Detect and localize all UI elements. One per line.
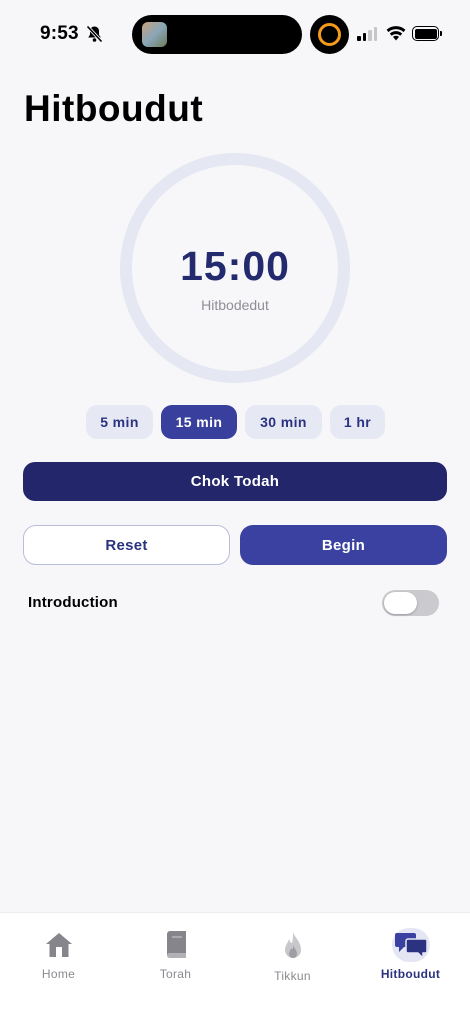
book-icon xyxy=(166,931,186,959)
tab-home[interactable]: Home xyxy=(0,913,117,1003)
battery-icon xyxy=(412,26,442,41)
tab-tikkun-label: Tikkun xyxy=(274,969,311,983)
reset-button[interactable]: Reset xyxy=(23,525,230,565)
preset-15-min-button[interactable]: 15 min xyxy=(161,405,237,439)
flame-icon xyxy=(284,932,301,958)
timer-label: Hitbodedut xyxy=(201,297,269,313)
timer-live-activity-icon[interactable] xyxy=(310,15,349,54)
toggle-knob xyxy=(384,592,417,614)
tab-torah[interactable]: Torah xyxy=(117,913,234,1003)
tab-home-label: Home xyxy=(41,967,76,981)
dynamic-island[interactable] xyxy=(132,15,302,54)
begin-button[interactable]: Begin xyxy=(240,525,447,565)
wifi-icon xyxy=(386,26,406,41)
timer-display: 15:00 xyxy=(180,243,290,289)
chok-todah-button[interactable]: Chok Todah xyxy=(23,462,447,501)
tab-bar: Home Torah Tikkun Hitboudut xyxy=(0,912,470,1024)
preset-1-hr-button[interactable]: 1 hr xyxy=(330,405,385,439)
chat-bubbles-icon xyxy=(394,933,428,959)
active-tab-indicator xyxy=(391,928,430,962)
home-icon xyxy=(45,933,72,957)
preset-30-min-button[interactable]: 30 min xyxy=(245,405,322,439)
introduction-label: Introduction xyxy=(28,594,118,611)
bell-slash-icon xyxy=(86,25,103,43)
duration-presets: 5 min 15 min 30 min 1 hr xyxy=(0,405,470,439)
preset-5-min-button[interactable]: 5 min xyxy=(86,405,153,439)
tab-hitboudut[interactable]: Hitboudut xyxy=(352,913,469,1003)
cellular-signal-icon xyxy=(357,27,377,41)
page-title: Hitboudut xyxy=(24,88,204,129)
tab-torah-label: Torah xyxy=(159,967,192,981)
live-activity-thumbnail xyxy=(142,22,167,47)
status-bar: 9:53 xyxy=(0,0,470,70)
status-time: 9:53 xyxy=(40,23,79,44)
timer-dial: 15:00 Hitbodedut xyxy=(120,153,350,383)
tab-tikkun[interactable]: Tikkun xyxy=(234,913,351,1003)
tab-hitboudut-label: Hitboudut xyxy=(380,967,441,981)
introduction-toggle[interactable] xyxy=(382,590,439,616)
